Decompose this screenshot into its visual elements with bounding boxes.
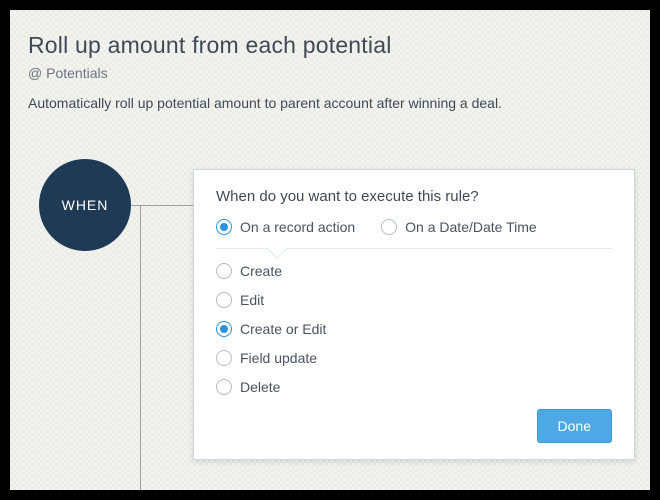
rule-description: Automatically roll up potential amount t… bbox=[28, 95, 632, 111]
action-edit-label: Edit bbox=[240, 292, 264, 308]
action-field-update[interactable]: Field update bbox=[216, 350, 612, 366]
radio-icon bbox=[216, 263, 232, 279]
trigger-date-time[interactable]: On a Date/Date Time bbox=[381, 219, 537, 235]
radio-icon bbox=[216, 379, 232, 395]
rule-title: Roll up amount from each potential bbox=[28, 32, 632, 59]
action-delete-label: Delete bbox=[240, 379, 280, 395]
record-action-group: Create Edit Create or Edit Field update … bbox=[216, 249, 612, 395]
trigger-type-group: On a record action On a Date/Date Time bbox=[216, 219, 612, 249]
trigger-date-time-label: On a Date/Date Time bbox=[405, 219, 537, 235]
radio-icon bbox=[216, 219, 232, 235]
popup-title: When do you want to execute this rule? bbox=[216, 188, 612, 205]
action-create-or-edit[interactable]: Create or Edit bbox=[216, 321, 612, 337]
when-node[interactable]: WHEN bbox=[39, 159, 131, 251]
radio-icon bbox=[381, 219, 397, 235]
action-create-label: Create bbox=[240, 263, 282, 279]
module-name: Potentials bbox=[46, 65, 107, 81]
trigger-record-action-label: On a record action bbox=[240, 219, 355, 235]
module-prefix: @ bbox=[28, 65, 46, 81]
action-edit[interactable]: Edit bbox=[216, 292, 612, 308]
trigger-record-action[interactable]: On a record action bbox=[216, 219, 355, 235]
action-delete[interactable]: Delete bbox=[216, 379, 612, 395]
radio-icon bbox=[216, 292, 232, 308]
action-create-or-edit-label: Create or Edit bbox=[240, 321, 326, 337]
action-create[interactable]: Create bbox=[216, 263, 612, 279]
popup-footer: Done bbox=[216, 409, 612, 443]
when-popup: When do you want to execute this rule? O… bbox=[193, 169, 635, 460]
done-button[interactable]: Done bbox=[537, 409, 612, 443]
rule-module: @ Potentials bbox=[28, 65, 632, 81]
workflow-canvas: Roll up amount from each potential @ Pot… bbox=[10, 10, 650, 490]
action-field-update-label: Field update bbox=[240, 350, 317, 366]
radio-icon bbox=[216, 350, 232, 366]
rule-header: Roll up amount from each potential @ Pot… bbox=[10, 10, 650, 121]
when-node-label: WHEN bbox=[62, 197, 109, 213]
radio-icon bbox=[216, 321, 232, 337]
connector-vertical bbox=[140, 205, 141, 490]
